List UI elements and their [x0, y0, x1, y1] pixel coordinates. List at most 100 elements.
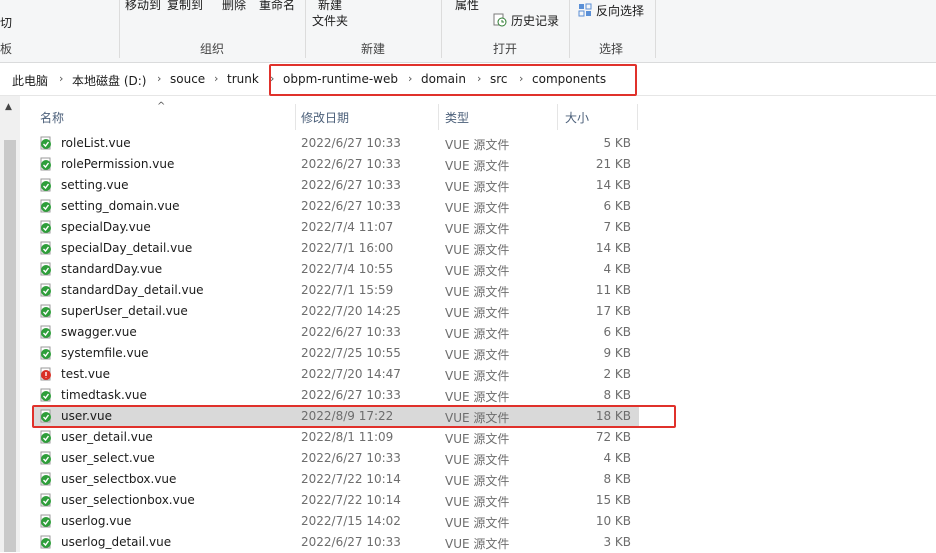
file-modified-date: 2022/7/20 14:25 — [301, 304, 401, 318]
file-modified-date: 2022/6/27 10:33 — [301, 535, 401, 549]
file-size: 72 KB — [595, 430, 631, 444]
file-type: VUE 源文件 — [445, 285, 510, 299]
file-row[interactable]: test.vue 2022/7/20 14:47 VUE 源文件 2 KB — [33, 364, 639, 385]
file-modified-date: 2022/7/20 14:47 — [301, 367, 401, 381]
synced-file-icon — [40, 430, 51, 444]
ribbon-divider — [655, 0, 656, 58]
file-row[interactable]: timedtask.vue 2022/6/27 10:33 VUE 源文件 8 KB — [33, 385, 639, 406]
file-row[interactable]: superUser_detail.vue 2022/7/20 14:25 VUE 源… — [33, 301, 639, 322]
organize-group-label: 组织 — [200, 42, 225, 56]
ribbon-divider — [305, 0, 306, 58]
new-folder-button-line2[interactable]: 文件夹 — [312, 12, 348, 29]
file-size: 8 KB — [603, 388, 631, 402]
column-divider[interactable] — [438, 104, 439, 130]
file-row[interactable]: swagger.vue 2022/6/27 10:33 VUE 源文件 6 KB — [33, 322, 639, 343]
file-name: standardDay.vue — [61, 262, 163, 276]
file-type: VUE 源文件 — [445, 348, 510, 362]
column-header-type[interactable]: 类型 — [445, 109, 469, 126]
file-row[interactable]: standardDay.vue 2022/7/4 10:55 VUE 源文件 4 KB — [33, 259, 639, 280]
synced-file-icon — [40, 199, 51, 213]
invert-selection-icon — [578, 3, 592, 17]
file-row[interactable]: userlog.vue 2022/7/15 14:02 VUE 源文件 10 KB — [33, 511, 639, 532]
file-name: user_select.vue — [61, 451, 155, 465]
file-size: 8 KB — [603, 472, 631, 486]
file-size: 6 KB — [603, 325, 631, 339]
synced-file-icon — [40, 514, 51, 528]
breadcrumb-souce[interactable]: souce — [170, 72, 205, 86]
file-name: timedtask.vue — [61, 388, 147, 402]
file-modified-date: 2022/6/27 10:33 — [301, 388, 401, 402]
file-type: VUE 源文件 — [445, 180, 510, 194]
column-header-date[interactable]: 修改日期 — [301, 109, 349, 126]
chevron-right-icon[interactable]: › — [59, 72, 63, 85]
synced-file-icon — [40, 283, 51, 297]
file-type: VUE 源文件 — [445, 201, 510, 215]
file-name: systemfile.vue — [61, 346, 149, 360]
file-row[interactable]: systemfile.vue 2022/7/25 10:55 VUE 源文件 9 KB — [33, 343, 639, 364]
column-divider[interactable] — [557, 104, 558, 130]
new-group-label: 新建 — [361, 42, 386, 56]
file-row[interactable]: specialDay.vue 2022/7/4 11:07 VUE 源文件 7 KB — [33, 217, 639, 238]
file-row[interactable]: user_select.vue 2022/6/27 10:33 VUE 源文件 4 K… — [33, 448, 639, 469]
file-row[interactable]: userlog_detail.vue 2022/6/27 10:33 VUE 源文件… — [33, 532, 639, 553]
synced-file-icon — [40, 157, 51, 171]
move-to-button[interactable]: 移动到 — [125, 0, 161, 13]
file-type: VUE 源文件 — [445, 390, 510, 404]
file-size: 5 KB — [603, 136, 631, 150]
scroll-up-icon[interactable]: ▲ — [5, 102, 12, 112]
ribbon-divider — [569, 0, 570, 58]
file-name: user_selectbox.vue — [61, 472, 177, 486]
path-highlight-box — [269, 64, 637, 96]
chevron-right-icon[interactable]: › — [157, 72, 161, 85]
column-divider[interactable] — [637, 104, 638, 130]
file-row[interactable]: user_detail.vue 2022/8/1 11:09 VUE 源文件 72 K… — [33, 427, 639, 448]
file-type: VUE 源文件 — [445, 453, 510, 467]
file-modified-date: 2022/7/22 10:14 — [301, 493, 401, 507]
history-button[interactable]: 历史记录 — [511, 12, 559, 29]
copy-to-button[interactable]: 复制到 — [167, 0, 203, 13]
clipboard-group-label: 板 — [0, 42, 13, 56]
breadcrumb-this-pc[interactable]: 此电脑 — [12, 72, 48, 89]
synced-file-icon — [40, 472, 51, 486]
properties-button[interactable]: 属性 — [455, 0, 479, 13]
scrollbar-thumb[interactable] — [4, 140, 16, 552]
breadcrumb-trunk[interactable]: trunk — [227, 72, 259, 86]
column-divider[interactable] — [295, 104, 296, 130]
file-size: 9 KB — [603, 346, 631, 360]
chevron-right-icon[interactable]: › — [214, 72, 218, 85]
file-type: VUE 源文件 — [445, 537, 510, 551]
rename-button[interactable]: 重命名 — [259, 0, 295, 13]
file-row[interactable]: setting.vue 2022/6/27 10:33 VUE 源文件 14 KB — [33, 175, 639, 196]
file-name: user_detail.vue — [61, 430, 153, 444]
file-row[interactable]: rolePermission.vue 2022/6/27 10:33 VUE 源文件… — [33, 154, 639, 175]
breadcrumb-drive-d[interactable]: 本地磁盘 (D:) — [72, 72, 146, 89]
file-name: userlog.vue — [61, 514, 132, 528]
history-icon — [493, 13, 507, 27]
synced-file-icon — [40, 241, 51, 255]
invert-selection-button[interactable]: 反向选择 — [596, 2, 644, 19]
file-row[interactable]: specialDay_detail.vue 2022/7/1 16:00 VUE 源… — [33, 238, 639, 259]
file-name: specialDay.vue — [61, 220, 151, 234]
file-type: VUE 源文件 — [445, 516, 510, 530]
file-name: setting.vue — [61, 178, 129, 192]
file-modified-date: 2022/6/27 10:33 — [301, 136, 401, 150]
file-modified-date: 2022/6/27 10:33 — [301, 451, 401, 465]
file-row[interactable]: setting_domain.vue 2022/6/27 10:33 VUE 源文件… — [33, 196, 639, 217]
synced-file-icon — [40, 220, 51, 234]
delete-button[interactable]: 删除 — [222, 0, 246, 13]
file-row[interactable]: standardDay_detail.vue 2022/7/1 15:59 VUE … — [33, 280, 639, 301]
column-header-name[interactable]: 名称 — [40, 109, 64, 126]
file-row[interactable]: user_selectbox.vue 2022/7/22 10:14 VUE 源文件… — [33, 469, 639, 490]
file-modified-date: 2022/6/27 10:33 — [301, 157, 401, 171]
file-size: 4 KB — [603, 451, 631, 465]
file-row[interactable]: user_selectionbox.vue 2022/7/22 10:14 VUE … — [33, 490, 639, 511]
file-row[interactable]: roleList.vue 2022/6/27 10:33 VUE 源文件 5 KB — [33, 133, 639, 154]
file-name: specialDay_detail.vue — [61, 241, 193, 255]
column-header-size[interactable]: 大小 — [565, 109, 589, 126]
synced-file-icon — [40, 178, 51, 192]
file-modified-date: 2022/7/25 10:55 — [301, 346, 401, 360]
synced-file-icon — [40, 493, 51, 507]
file-size: 15 KB — [595, 493, 631, 507]
cut-button[interactable]: 切 — [0, 14, 12, 31]
ribbon-divider — [119, 0, 120, 58]
